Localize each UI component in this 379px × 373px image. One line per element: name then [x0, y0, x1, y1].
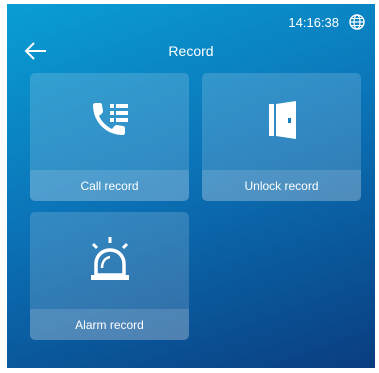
- status-bar: 14:16:38: [288, 14, 365, 30]
- unlock-record-label: Unlock record: [202, 170, 361, 201]
- alarm-record-label: Alarm record: [30, 309, 189, 340]
- door-unlock-icon: [268, 101, 296, 139]
- clock: 14:16:38: [288, 14, 339, 30]
- page-title: Record: [168, 43, 214, 59]
- unlock-record-tile[interactable]: Unlock record: [202, 73, 361, 201]
- alarm-record-tile[interactable]: Alarm record: [30, 212, 189, 340]
- record-screen: 14:16:38 Record Call record Unlock recor…: [7, 4, 375, 368]
- globe-icon[interactable]: [349, 14, 365, 30]
- alarm-siren-icon: [90, 237, 129, 280]
- header: Record: [7, 38, 375, 66]
- call-record-icon: [92, 103, 128, 135]
- call-record-label: Call record: [30, 170, 189, 201]
- call-record-tile[interactable]: Call record: [30, 73, 189, 201]
